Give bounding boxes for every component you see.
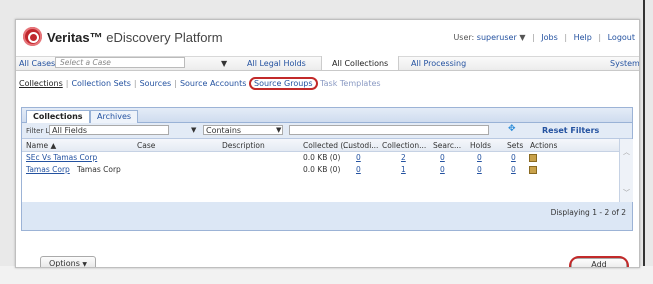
subnav-collection-sets[interactable]: Collection Sets xyxy=(71,79,130,88)
subnav-source-groups[interactable]: Source Groups xyxy=(248,77,318,90)
user-name-menu[interactable]: superuser xyxy=(477,33,517,42)
background-strip xyxy=(0,266,653,284)
case-select-arrow-icon[interactable]: ▼ xyxy=(221,59,227,68)
row-searches-link[interactable]: 0 xyxy=(440,153,445,162)
nav-all-processing[interactable]: All Processing xyxy=(411,59,466,68)
add-filter-icon[interactable]: ✥ xyxy=(508,125,517,134)
row-collections-link[interactable]: 2 xyxy=(401,153,406,162)
col-sets-header[interactable]: Sets xyxy=(507,141,523,150)
row-collections-link[interactable]: 1 xyxy=(401,165,406,174)
user-label: User: xyxy=(453,33,475,42)
col-description-header[interactable]: Description xyxy=(222,141,265,150)
col-name-label: Name xyxy=(26,141,49,150)
row-name-link[interactable]: SEc Vs Tamas Corp xyxy=(26,153,97,162)
nav-system[interactable]: System xyxy=(610,59,639,68)
row-name-link[interactable]: Tamas Corp xyxy=(26,165,70,174)
collections-grid: Name ▲ Case Description Collected (... C… xyxy=(22,139,619,202)
separator: | xyxy=(564,33,568,42)
window-edge xyxy=(643,0,645,284)
row-searches-link[interactable]: 0 xyxy=(440,165,445,174)
brand-name: Veritas™ xyxy=(47,30,103,45)
app-window: Veritas™ eDiscovery Platform User: super… xyxy=(15,19,640,268)
col-case-header[interactable]: Case xyxy=(137,141,155,150)
separator: | xyxy=(532,33,535,42)
subnav-task-templates[interactable]: Task Templates xyxy=(320,79,380,88)
row-collected: 0.0 KB (0) xyxy=(303,165,341,174)
filter-operator-arrow-icon[interactable]: ▼ xyxy=(276,126,281,134)
options-caret-icon: ▼ xyxy=(82,261,88,268)
sub-nav: Collections | Collection Sets | Sources | Sour… xyxy=(19,77,381,90)
brand-title: Veritas™ eDiscovery Platform xyxy=(47,30,223,45)
add-label: Add xyxy=(591,260,607,268)
subnav-source-accounts[interactable]: Source Accounts xyxy=(180,79,247,88)
user-links: User: superuser ▼ | Jobs | Help | Logout xyxy=(453,33,635,42)
options-label: Options xyxy=(49,259,80,268)
header: Veritas™ eDiscovery Platform User: super… xyxy=(16,20,639,54)
options-button[interactable]: Options ▼ xyxy=(40,256,96,268)
col-custodians-header[interactable]: Custodi... xyxy=(343,141,378,150)
filter-row: Filter List All Fields ▼ Contains ▼ ✥ Re… xyxy=(22,123,632,139)
collections-panel: Collections Archives Filter List All Fie… xyxy=(21,107,633,231)
nav-all-cases[interactable]: All Cases xyxy=(19,59,55,68)
col-collections-header[interactable]: Collection... xyxy=(382,141,426,150)
delete-icon[interactable] xyxy=(529,154,537,162)
scroll-up-icon[interactable]: ︿ xyxy=(623,147,630,157)
user-caret-icon[interactable]: ▼ xyxy=(519,33,525,42)
tab-archives[interactable]: Archives xyxy=(90,110,139,123)
scroll-down-icon[interactable]: ﹀ xyxy=(623,188,630,198)
jobs-link[interactable]: Jobs xyxy=(541,33,558,42)
row-case: Tamas Corp xyxy=(77,165,121,174)
filter-operator-select[interactable]: Contains xyxy=(203,125,283,135)
separator: | xyxy=(133,79,137,88)
filter-field-select[interactable]: All Fields xyxy=(49,125,169,135)
logout-link[interactable]: Logout xyxy=(608,33,635,42)
separator: | xyxy=(65,79,69,88)
table-row[interactable]: SEc Vs Tamas Corp 0.0 KB (0) 0 2 0 0 0 xyxy=(22,152,619,163)
col-actions-header: Actions xyxy=(530,141,558,150)
product-name: eDiscovery Platform xyxy=(106,30,223,45)
filter-field-arrow-icon[interactable]: ▼ xyxy=(191,126,196,134)
row-custodians-link[interactable]: 0 xyxy=(356,165,361,174)
col-name-header[interactable]: Name ▲ xyxy=(26,141,56,150)
delete-icon[interactable] xyxy=(529,166,537,174)
main-nav: All Cases Select a Case ▼ All Legal Hold… xyxy=(16,56,639,71)
subnav-sources[interactable]: Sources xyxy=(140,79,172,88)
grid-scrollbar[interactable]: ︿ ﹀ xyxy=(619,139,633,202)
separator: | xyxy=(598,33,602,42)
subnav-collections[interactable]: Collections xyxy=(19,79,63,88)
nav-all-collections[interactable]: All Collections xyxy=(332,59,388,68)
table-row[interactable]: Tamas Corp Tamas Corp 0.0 KB (0) 0 1 0 0… xyxy=(22,164,619,175)
add-button[interactable]: Add xyxy=(571,258,627,268)
row-holds-link[interactable]: 0 xyxy=(477,165,482,174)
sort-asc-icon: ▲ xyxy=(50,141,57,150)
grid-pager: Displaying 1 - 2 of 2 xyxy=(22,203,632,219)
help-link[interactable]: Help xyxy=(574,33,592,42)
col-searches-header[interactable]: Searc... xyxy=(433,141,461,150)
row-holds-link[interactable]: 0 xyxy=(477,153,482,162)
panel-tabs: Collections Archives xyxy=(22,108,632,123)
separator: | xyxy=(174,79,177,88)
row-custodians-link[interactable]: 0 xyxy=(356,153,361,162)
nav-all-legal-holds[interactable]: All Legal Holds xyxy=(247,59,306,68)
filter-operator-value: Contains xyxy=(206,126,242,135)
filter-field-value: All Fields xyxy=(52,126,88,135)
grid-header: Name ▲ Case Description Collected (... C… xyxy=(22,139,619,152)
reset-filters-link[interactable]: Reset Filters xyxy=(542,126,599,135)
row-sets-link[interactable]: 0 xyxy=(511,165,516,174)
case-select-placeholder: Select a Case xyxy=(60,58,111,67)
tab-collections[interactable]: Collections xyxy=(26,110,90,123)
case-select[interactable]: Select a Case xyxy=(55,57,185,68)
col-holds-header[interactable]: Holds xyxy=(470,141,491,150)
filter-text-input[interactable] xyxy=(289,125,489,135)
veritas-logo-icon xyxy=(23,27,42,46)
pager-status: Displaying 1 - 2 of 2 xyxy=(550,208,626,217)
row-collected: 0.0 KB (0) xyxy=(303,153,341,162)
row-sets-link[interactable]: 0 xyxy=(511,153,516,162)
